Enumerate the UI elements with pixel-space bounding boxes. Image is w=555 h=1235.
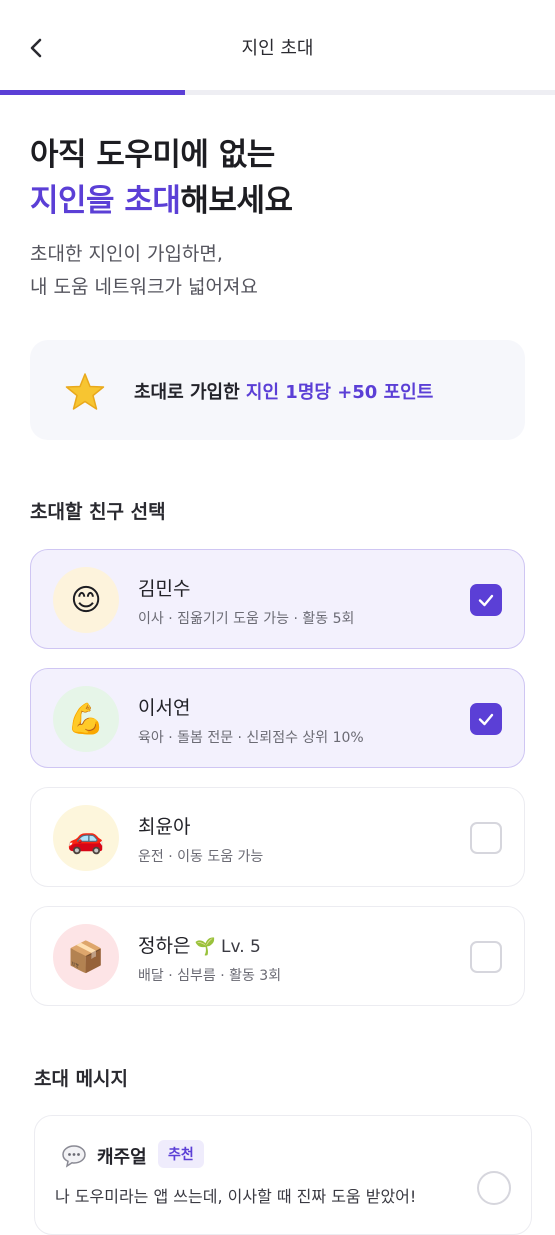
progress-fill bbox=[0, 90, 185, 95]
reward-amount: 지인 1명당 +50 포인트 bbox=[245, 382, 434, 403]
friend-name: 정하은 bbox=[138, 935, 191, 957]
check-icon bbox=[478, 594, 494, 607]
recommended-badge: 추천 bbox=[158, 1140, 204, 1168]
header: 지인 초대 bbox=[0, 0, 555, 92]
subtext-line2: 내 도움 네트워크가 넓어져요 bbox=[30, 276, 258, 298]
message-preview: 나 도우미라는 앱 쓰는데, 이사할 때 진짜 도움 받았어! bbox=[55, 1187, 417, 1206]
message-section-title: 초대 메시지 bbox=[34, 1068, 129, 1090]
subtext-line1: 초대한 지인이 가입하면, bbox=[30, 243, 223, 265]
friend-card[interactable]: 😊 김민수 이사 · 짐옮기기 도움 가능 · 활동 5회 bbox=[30, 549, 525, 649]
avatar-emoji: 📦 bbox=[67, 939, 105, 975]
friend-desc: 이사 · 짐옮기기 도움 가능 · 활동 5회 bbox=[138, 611, 355, 627]
avatar-emoji: 💪 bbox=[67, 701, 105, 737]
avatar: 😊 bbox=[53, 567, 119, 633]
friend-checkbox[interactable] bbox=[470, 941, 502, 973]
reward-prefix: 초대로 가입한 bbox=[134, 382, 246, 403]
friend-card[interactable]: 📦 정하은 🌱 Lv. 5 배달 · 심부름 · 활동 3회 bbox=[30, 906, 525, 1006]
friend-checkbox[interactable] bbox=[470, 822, 502, 854]
headline-accent: 지인을 초대 bbox=[30, 183, 181, 219]
friend-checkbox[interactable] bbox=[470, 703, 502, 735]
speech-bubble-icon bbox=[62, 1145, 86, 1168]
headline-rest: 해보세요 bbox=[180, 183, 293, 219]
check-icon bbox=[478, 713, 494, 726]
friend-name-row: 김민수 bbox=[138, 574, 190, 601]
message-option-label: 캐주얼 bbox=[97, 1147, 147, 1168]
friend-desc: 육아 · 돌봄 전문 · 신뢰점수 상위 10% bbox=[138, 730, 364, 746]
friend-name-row: 최윤아 bbox=[138, 812, 190, 839]
reward-card: 초대로 가입한 지인 1명당 +50 포인트 bbox=[30, 340, 525, 440]
headline: 아직 도우미에 없는 지인을 초대해보세요 bbox=[30, 132, 293, 224]
friend-name: 최윤아 bbox=[138, 816, 191, 838]
avatar: 💪 bbox=[53, 686, 119, 752]
reward-text: 초대로 가입한 지인 1명당 +50 포인트 bbox=[134, 378, 433, 404]
avatar: 📦 bbox=[53, 924, 119, 990]
friend-name-row: 이서연 bbox=[138, 693, 190, 720]
friend-card[interactable]: 🚗 최윤아 운전 · 이동 도움 가능 bbox=[30, 787, 525, 887]
friend-desc: 배달 · 심부름 · 활동 3회 bbox=[138, 968, 282, 984]
friend-card[interactable]: 💪 이서연 육아 · 돌봄 전문 · 신뢰점수 상위 10% bbox=[30, 668, 525, 768]
headline-line1: 아직 도우미에 없는 bbox=[30, 137, 275, 173]
progress-bar bbox=[0, 90, 555, 95]
friend-name: 이서연 bbox=[138, 697, 191, 719]
avatar-emoji: 😊 bbox=[70, 582, 102, 618]
avatar-emoji: 🚗 bbox=[67, 820, 105, 856]
friend-checkbox[interactable] bbox=[470, 584, 502, 616]
friend-name: 김민수 bbox=[138, 578, 191, 600]
friends-section-title: 초대할 친구 선택 bbox=[30, 501, 166, 523]
message-option-casual[interactable]: 캐주얼 추천 나 도우미라는 앱 쓰는데, 이사할 때 진짜 도움 받았어! bbox=[34, 1115, 532, 1235]
subtext: 초대한 지인이 가입하면, 내 도움 네트워크가 넓어져요 bbox=[30, 238, 258, 304]
friend-name-row: 정하은 🌱 Lv. 5 bbox=[138, 931, 261, 958]
friend-desc: 운전 · 이동 도움 가능 bbox=[138, 849, 264, 865]
avatar: 🚗 bbox=[53, 805, 119, 871]
friend-level-badge: 🌱 Lv. 5 bbox=[194, 937, 261, 957]
page-title: 지인 초대 bbox=[241, 38, 314, 59]
star-icon bbox=[65, 373, 105, 410]
headline-line2: 지인을 초대해보세요 bbox=[30, 178, 293, 224]
